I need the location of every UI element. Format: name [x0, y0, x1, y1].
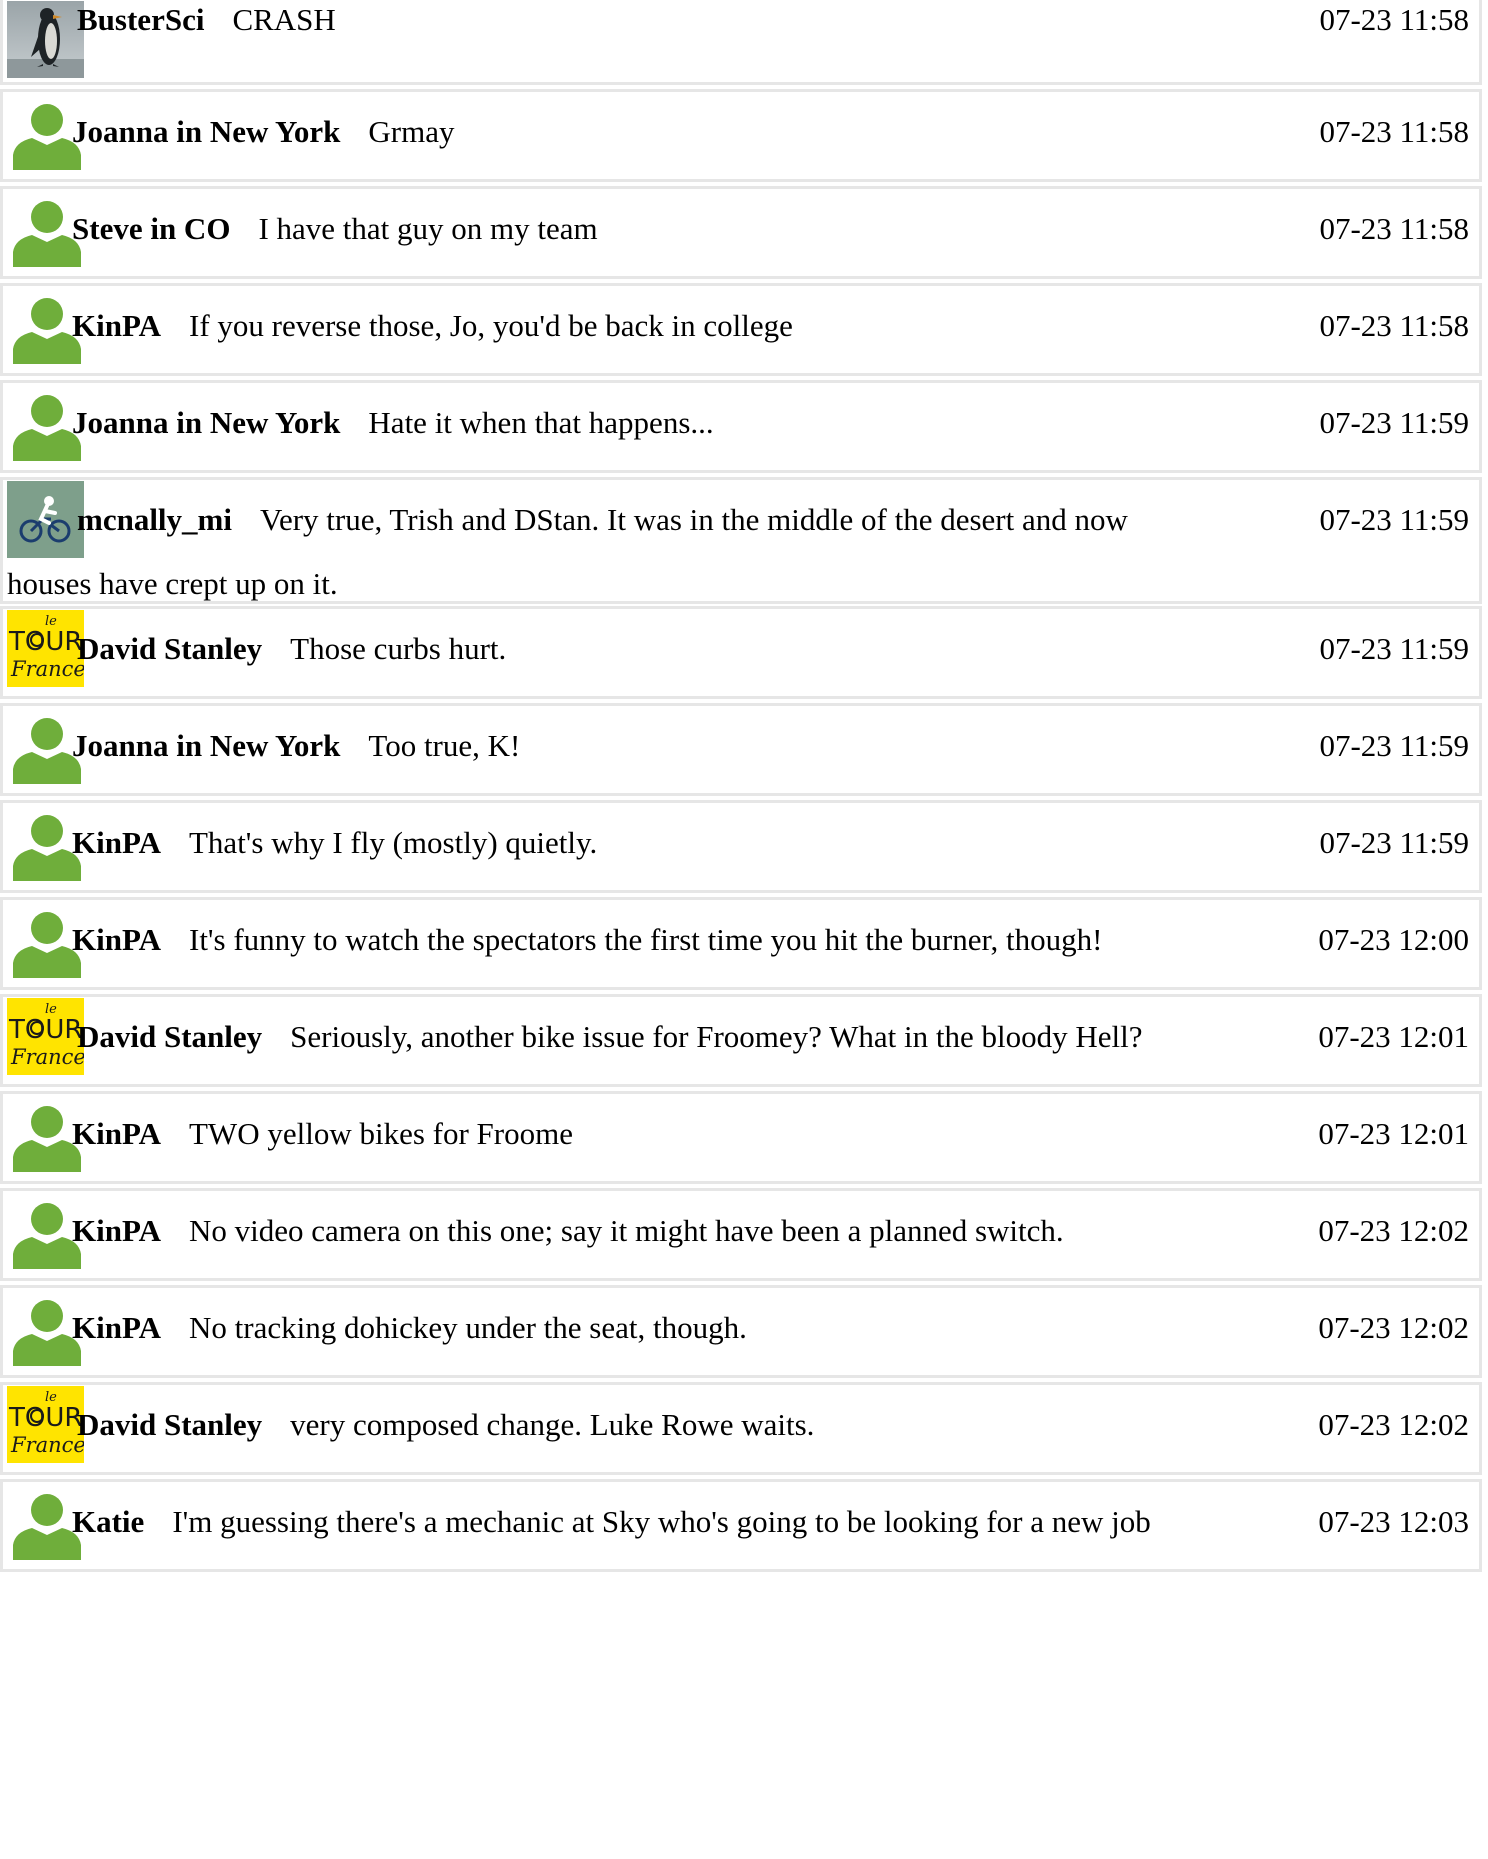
tour-de-france-logo-avatar[interactable]: le TOUR France	[7, 610, 84, 687]
chat-message: KinPA That's why I fly (mostly) quietly. 0…	[0, 800, 1482, 893]
timestamp: 07-23 11:59	[1319, 825, 1469, 860]
timestamp: 07-23 11:58	[1319, 308, 1469, 343]
username[interactable]: Joanna in New York	[72, 405, 340, 440]
message-text: Seriously, another bike issue for Froome…	[290, 1019, 1143, 1054]
message-content: KinPA No video camera on this one; say it…	[72, 1189, 1264, 1273]
username[interactable]: KinPA	[72, 1116, 161, 1151]
username[interactable]: KinPA	[72, 308, 161, 343]
penguin-photo-avatar[interactable]	[7, 1, 84, 78]
message-text: I have that guy on my team	[258, 211, 598, 246]
message-content: KinPA TWO yellow bikes for Froome	[72, 1092, 1264, 1176]
chat-message: KinPA No video camera on this one; say it…	[0, 1188, 1482, 1281]
timestamp: 07-23 11:59	[1319, 631, 1469, 666]
message-content: KinPA It's funny to watch the spectators …	[72, 898, 1264, 982]
timestamp: 07-23 12:01	[1318, 1019, 1469, 1054]
timestamp: 07-23 11:59	[1319, 728, 1469, 763]
message-content: Joanna in New York Too true, K!	[72, 704, 1264, 788]
timestamp: 07-23 11:58	[1319, 2, 1469, 37]
message-content: David Stanley very composed change. Luke …	[77, 1383, 1269, 1467]
username[interactable]: David Stanley	[77, 1019, 262, 1054]
message-content: Joanna in New York Grmay	[72, 90, 1264, 174]
chat-message: KinPA No tracking dohickey under the seat…	[0, 1285, 1482, 1378]
chat-message: mcnally_mi Very true, Trish and DStan. It…	[0, 477, 1482, 604]
message-content: BusterSci CRASH	[77, 0, 1269, 41]
message-text: No video camera on this one; say it migh…	[189, 1213, 1064, 1248]
timestamp: 07-23 11:58	[1319, 114, 1469, 149]
message-content: Joanna in New York Hate it when that happ…	[72, 381, 1264, 465]
chat-message: Joanna in New York Too true, K! 07-23 11:5…	[0, 703, 1482, 796]
username[interactable]: KinPA	[72, 922, 161, 957]
username[interactable]: Katie	[72, 1504, 144, 1539]
message-text: It's funny to watch the spectators the f…	[189, 922, 1103, 957]
message-content: KinPA If you reverse those, Jo, you'd be …	[72, 284, 1264, 368]
username[interactable]: KinPA	[72, 1213, 161, 1248]
username[interactable]: David Stanley	[77, 631, 262, 666]
tour-de-france-logo-avatar[interactable]: le TOUR France	[7, 1386, 84, 1463]
chat-message: KinPA It's funny to watch the spectators …	[0, 897, 1482, 990]
message-text-continued: houses have crept up on it.	[7, 566, 338, 601]
svg-text:TOUR: TOUR	[8, 1015, 82, 1045]
timestamp: 07-23 12:03	[1318, 1504, 1469, 1539]
message-content: KinPA No tracking dohickey under the seat…	[72, 1286, 1264, 1370]
message-text: Those curbs hurt.	[290, 631, 507, 666]
message-text: That's why I fly (mostly) quietly.	[189, 825, 598, 860]
timestamp: 07-23 12:02	[1318, 1407, 1469, 1442]
chat-message: KinPA TWO yellow bikes for Froome 07-23 12…	[0, 1091, 1482, 1184]
chat-message: Joanna in New York Hate it when that happ…	[0, 380, 1482, 473]
message-content: David Stanley Seriously, another bike iss…	[77, 995, 1269, 1079]
chat-message: Steve in CO I have that guy on my team 07-…	[0, 186, 1482, 279]
chat-message: le TOUR France David Stanley very composed c…	[0, 1382, 1482, 1475]
message-text: If you reverse those, Jo, you'd be back …	[189, 308, 793, 343]
username[interactable]: David Stanley	[77, 1407, 262, 1442]
svg-text:TOUR: TOUR	[8, 627, 82, 657]
username[interactable]: BusterSci	[77, 2, 204, 37]
message-text: Hate it when that happens...	[368, 405, 714, 440]
timestamp: 07-23 12:02	[1318, 1310, 1469, 1345]
username[interactable]: Joanna in New York	[72, 114, 340, 149]
message-text: Too true, K!	[368, 728, 521, 763]
message-text: CRASH	[232, 2, 336, 37]
svg-text:France: France	[10, 1433, 84, 1457]
chat-message: le TOUR France David Stanley Those curbs hur…	[0, 606, 1482, 699]
cyclist-avatar[interactable]	[7, 481, 84, 558]
username[interactable]: Joanna in New York	[72, 728, 340, 763]
message-text: TWO yellow bikes for Froome	[189, 1116, 573, 1151]
timestamp: 07-23 11:59	[1319, 502, 1469, 537]
username[interactable]: KinPA	[72, 825, 161, 860]
username[interactable]: KinPA	[72, 1310, 161, 1345]
tour-de-france-logo-avatar[interactable]: le TOUR France	[7, 998, 84, 1075]
chat-message: Joanna in New York Grmay 07-23 11:58	[0, 89, 1482, 182]
message-text: Grmay	[368, 114, 455, 149]
message-content: Steve in CO I have that guy on my team	[72, 187, 1264, 271]
svg-text:TOUR: TOUR	[8, 1403, 82, 1433]
chat-message: KinPA If you reverse those, Jo, you'd be …	[0, 283, 1482, 376]
svg-text:France: France	[10, 657, 84, 681]
timestamp: 07-23 12:00	[1318, 922, 1469, 957]
message-content: KinPA That's why I fly (mostly) quietly.	[72, 801, 1264, 885]
timestamp: 07-23 12:01	[1318, 1116, 1469, 1151]
username[interactable]: Steve in CO	[72, 211, 230, 246]
message-content: mcnally_mi Very true, Trish and DStan. It…	[77, 478, 1269, 562]
message-text: very composed change. Luke Rowe waits.	[290, 1407, 815, 1442]
message-text: No tracking dohickey under the seat, tho…	[189, 1310, 747, 1345]
username[interactable]: mcnally_mi	[77, 502, 232, 537]
message-content: David Stanley Those curbs hurt.	[77, 607, 1269, 691]
timestamp: 07-23 11:58	[1319, 211, 1469, 246]
chat-message: Katie I'm guessing there's a mechanic at …	[0, 1479, 1482, 1572]
chat-message: le TOUR France David Stanley Seriously, anot…	[0, 994, 1482, 1087]
message-text: Very true, Trish and DStan. It was in th…	[260, 502, 1128, 537]
timestamp: 07-23 11:59	[1319, 405, 1469, 440]
chat-message: BusterSci CRASH 07-23 11:58	[0, 0, 1482, 85]
svg-text:France: France	[10, 1045, 84, 1069]
message-text: I'm guessing there's a mechanic at Sky w…	[172, 1504, 1151, 1539]
timestamp: 07-23 12:02	[1318, 1213, 1469, 1248]
message-content: Katie I'm guessing there's a mechanic at …	[72, 1480, 1264, 1564]
